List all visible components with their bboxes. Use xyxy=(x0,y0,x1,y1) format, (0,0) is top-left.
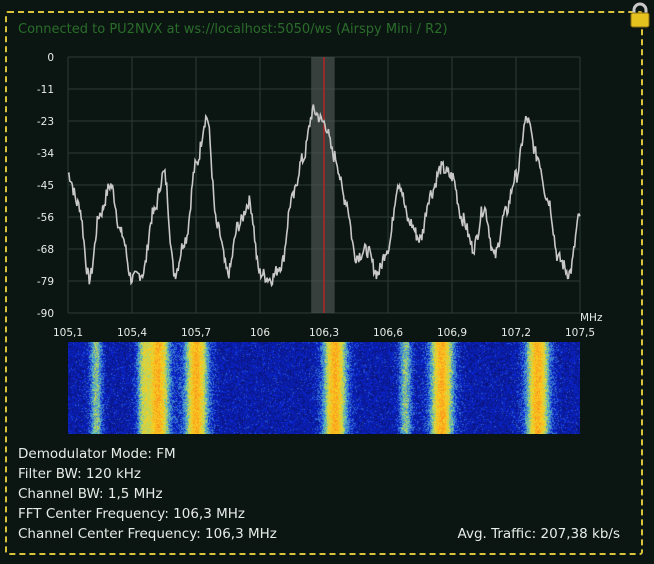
channel-center-frequency: Channel Center Frequency: 106,3 MHz xyxy=(18,526,277,542)
x-tick-label: 105,1 xyxy=(53,327,83,339)
y-tick-label: -90 xyxy=(37,308,54,320)
channel-bandwidth-band[interactable] xyxy=(311,57,335,313)
waterfall-canvas[interactable] xyxy=(68,342,580,434)
x-tick-label: 105,4 xyxy=(117,327,147,339)
channel-bandwidth: Channel BW: 1,5 MHz xyxy=(18,486,163,502)
spectrum-plot[interactable]: 0-11-23-34-45-56-68-79-90 105,1 105,4 105,… xyxy=(0,0,654,342)
filter-bandwidth: Filter BW: 120 kHz xyxy=(18,466,142,482)
average-traffic: Avg. Traffic: 207,38 kb/s xyxy=(457,526,620,542)
x-axis-labels: 105,1 105,4 105,7 106 106,3 106,6 106,9 107,2 10… xyxy=(53,327,595,339)
x-axis-unit: MHz xyxy=(580,312,603,324)
x-tick-label: 106,6 xyxy=(373,327,403,339)
y-tick-label: -68 xyxy=(37,244,54,256)
x-tick-label: 106,9 xyxy=(437,327,467,339)
y-axis-labels: 0 -11 -23 -34 -45 -56 -68 -79 -90 xyxy=(37,52,54,320)
demodulator-mode: Demodulator Mode: FM xyxy=(18,446,176,462)
y-tick-label: 0 xyxy=(47,52,54,64)
y-tick-label: -56 xyxy=(37,212,54,224)
x-tick-label: 107,2 xyxy=(501,327,531,339)
x-tick-label: 106,3 xyxy=(309,327,339,339)
y-tick-label: -79 xyxy=(37,276,54,288)
y-tick-label: -23 xyxy=(37,116,54,128)
fft-center-frequency: FFT Center Frequency: 106,3 MHz xyxy=(18,506,245,522)
x-tick-label: 106 xyxy=(250,327,270,339)
y-tick-label: -11 xyxy=(37,84,54,96)
x-tick-label: 107,5 xyxy=(565,327,595,339)
waterfall-display[interactable] xyxy=(68,342,580,434)
x-tick-label: 105,7 xyxy=(181,327,211,339)
y-tick-label: -45 xyxy=(37,180,54,192)
y-tick-label: -34 xyxy=(37,148,54,160)
